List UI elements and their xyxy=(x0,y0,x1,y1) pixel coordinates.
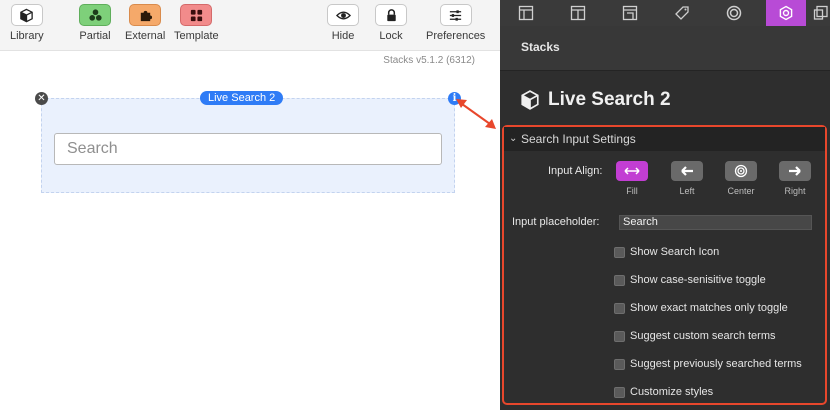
preferences-button[interactable]: Preferences xyxy=(426,4,485,42)
align-fill-button[interactable]: Fill xyxy=(612,161,652,196)
partial-label: Partial xyxy=(79,30,111,42)
template-label: Template xyxy=(174,30,219,42)
sliders-icon xyxy=(439,4,472,26)
stack-title-badge[interactable]: Live Search 2 xyxy=(200,91,284,105)
section-title: Search Input Settings xyxy=(521,132,636,146)
site-layout-icon xyxy=(622,5,638,21)
window-icon xyxy=(813,5,828,20)
editor-pane: Library Partial External Template Hide L… xyxy=(0,0,500,410)
lock-label: Lock xyxy=(379,30,403,42)
cube-icon xyxy=(10,4,43,26)
align-left-button[interactable]: Left xyxy=(667,161,707,196)
input-align-label: Input Align: xyxy=(548,165,603,177)
target-icon xyxy=(726,5,742,21)
tab-site[interactable] xyxy=(610,0,650,26)
checkbox-label: Suggest previously searched terms xyxy=(630,358,802,370)
placeholder-label: Input placeholder: xyxy=(512,216,600,228)
arrow-left-icon xyxy=(681,166,693,176)
library-label: Library xyxy=(10,30,44,42)
align-left-caption: Left xyxy=(679,186,695,196)
preferences-label: Preferences xyxy=(426,30,486,42)
suggest-previous-terms-checkbox[interactable]: Suggest previously searched terms xyxy=(614,358,802,370)
hexagon-gear-icon xyxy=(779,5,793,21)
align-center-button[interactable]: Center xyxy=(721,161,761,196)
external-label: External xyxy=(125,30,166,42)
customize-styles-checkbox[interactable]: Customize styles xyxy=(614,386,713,398)
page-layout-icon xyxy=(570,5,586,21)
checkbox[interactable] xyxy=(614,330,625,342)
external-button[interactable]: External xyxy=(125,4,165,42)
inspector-stack-title: Live Search 2 xyxy=(521,89,671,111)
stacks-header-title: Stacks xyxy=(521,40,560,54)
placeholder-field[interactable]: Search xyxy=(619,215,812,230)
layout-icon xyxy=(518,5,534,21)
tab-tag[interactable] xyxy=(662,0,702,26)
hide-label: Hide xyxy=(331,30,355,42)
library-button[interactable]: Library xyxy=(10,4,44,42)
align-fill-caption: Fill xyxy=(626,186,638,196)
version-label: Stacks v5.1.2 (6312) xyxy=(383,55,475,66)
checkbox[interactable] xyxy=(614,302,625,314)
partial-button[interactable]: Partial xyxy=(79,4,111,42)
inspector-tabbar xyxy=(500,0,830,26)
chevron-down-icon: ⌄ xyxy=(509,133,518,144)
align-right-button[interactable]: Right xyxy=(775,161,815,196)
blocks-icon xyxy=(79,4,111,26)
search-input-settings-panel: ⌄ Search Input Settings Input Align: Fil… xyxy=(502,125,827,405)
eye-icon xyxy=(327,4,359,26)
info-icon[interactable]: i xyxy=(448,92,461,105)
align-right-caption: Right xyxy=(784,186,806,196)
hide-button[interactable]: Hide xyxy=(327,4,359,42)
arrows-horizontal-icon xyxy=(624,167,640,175)
lock-icon xyxy=(375,4,407,26)
cube-icon xyxy=(521,90,539,110)
checkbox-label: Show exact matches only toggle xyxy=(630,302,788,314)
checkbox[interactable] xyxy=(614,274,625,286)
tab-stack-settings[interactable] xyxy=(766,0,806,26)
grid-icon xyxy=(180,4,213,26)
suggest-custom-terms-checkbox[interactable]: Suggest custom search terms xyxy=(614,330,776,342)
section-header[interactable]: ⌄ Search Input Settings xyxy=(504,127,825,151)
align-center-caption: Center xyxy=(727,186,755,196)
checkbox-label: Show Search Icon xyxy=(630,246,720,258)
inspector-title-text: Live Search 2 xyxy=(548,89,671,110)
checkbox[interactable] xyxy=(614,358,625,370)
lock-button[interactable]: Lock xyxy=(375,4,407,42)
tab-circle[interactable] xyxy=(714,0,754,26)
checkbox-label: Show case-senisitive toggle xyxy=(630,274,766,286)
target-icon xyxy=(734,164,748,178)
tab-overflow[interactable] xyxy=(812,0,830,26)
checkbox-label: Customize styles xyxy=(630,386,714,398)
show-exact-matches-checkbox[interactable]: Show exact matches only toggle xyxy=(614,302,788,314)
tag-icon xyxy=(675,6,689,20)
tab-page[interactable] xyxy=(558,0,598,26)
close-icon[interactable]: ✕ xyxy=(35,92,48,105)
stacks-header: Stacks xyxy=(500,26,830,71)
show-case-sensitive-toggle-checkbox[interactable]: Show case-senisitive toggle xyxy=(614,274,766,286)
checkbox[interactable] xyxy=(614,246,625,258)
puzzle-icon xyxy=(129,4,162,26)
template-button[interactable]: Template xyxy=(174,4,219,42)
toolbar: Library Partial External Template Hide L… xyxy=(0,0,500,51)
checkbox-label: Suggest custom search terms xyxy=(630,330,776,342)
search-input[interactable] xyxy=(54,133,442,165)
show-search-icon-checkbox[interactable]: Show Search Icon xyxy=(614,246,719,258)
arrow-right-icon xyxy=(789,166,801,176)
tab-layout[interactable] xyxy=(506,0,546,26)
checkbox[interactable] xyxy=(614,386,625,398)
